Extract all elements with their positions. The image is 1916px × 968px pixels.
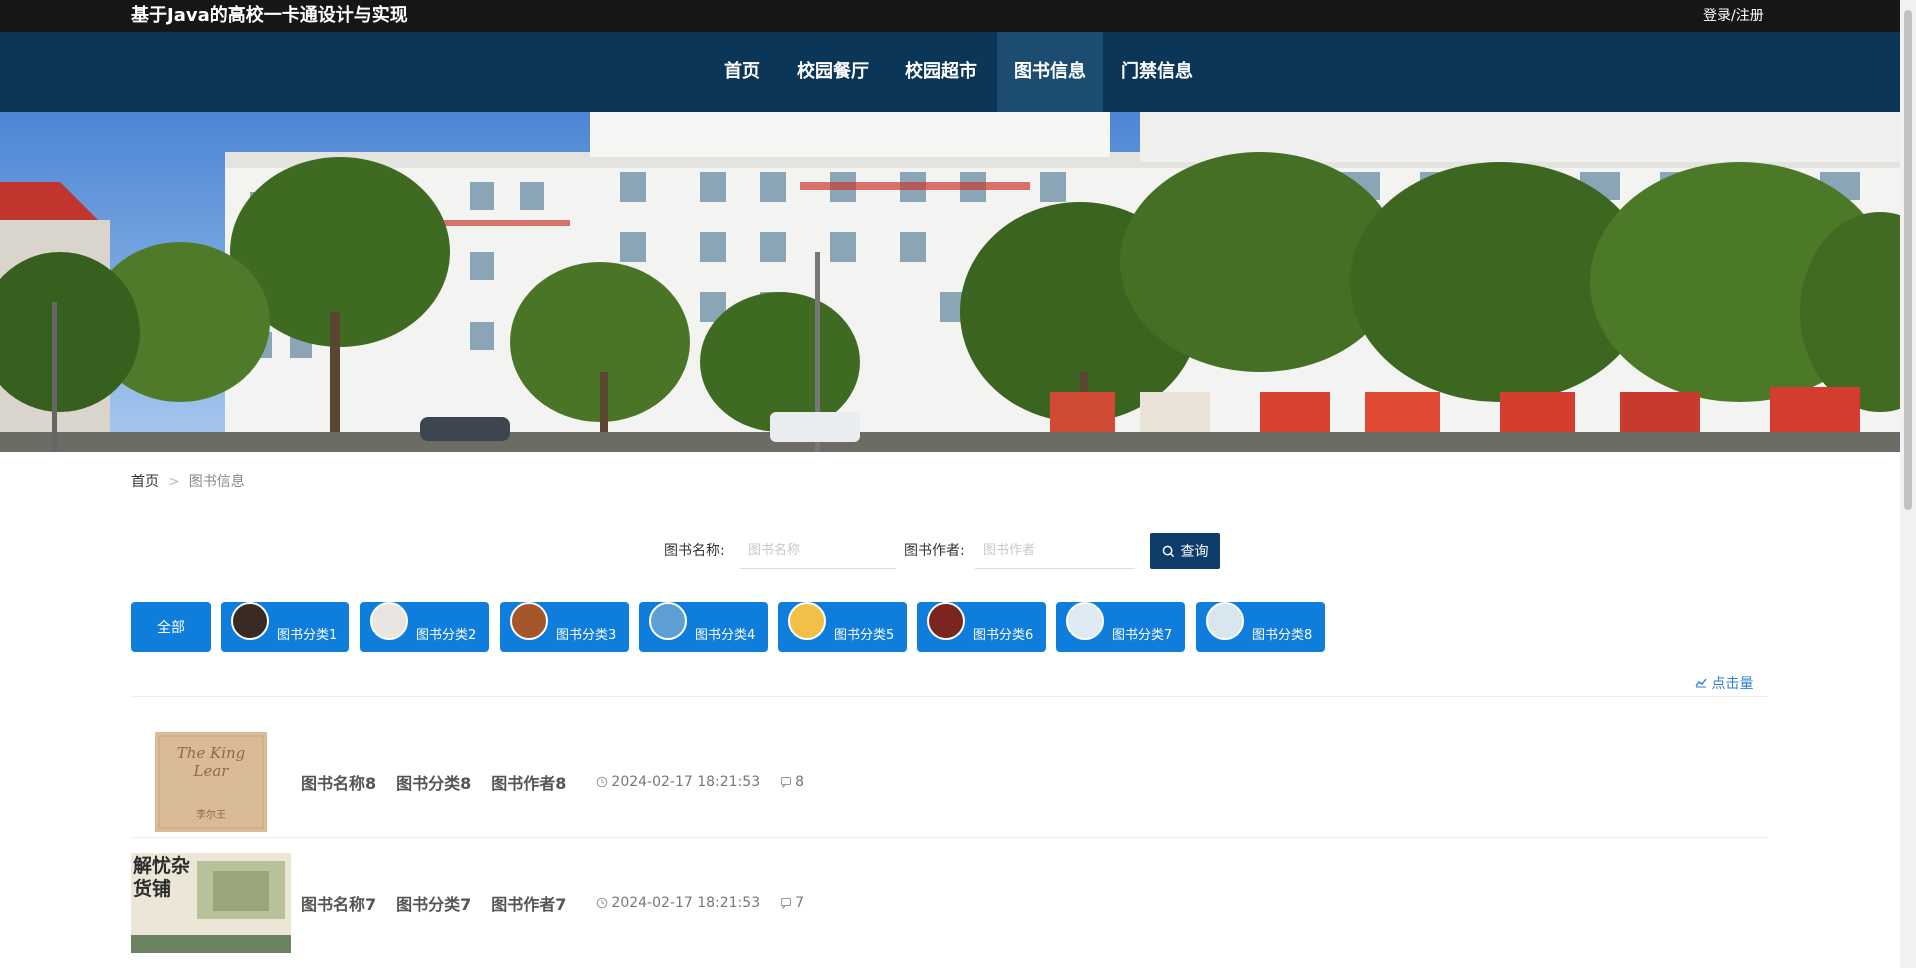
category-thumb xyxy=(370,602,408,640)
comment-icon xyxy=(781,898,792,909)
category-thumb xyxy=(510,602,548,640)
sort-by-clicks-label: 点击量 xyxy=(1711,676,1754,692)
book-count-text: 7 xyxy=(795,895,805,911)
book-date-text: 2024-02-17 18:21:53 xyxy=(611,895,761,911)
category-button-6[interactable]: 图书分类6 xyxy=(917,602,1046,652)
comment-icon xyxy=(781,777,792,788)
book-count-text: 8 xyxy=(795,774,805,790)
nav-item-books[interactable]: 图书信息 xyxy=(997,32,1103,112)
clock-icon xyxy=(597,776,608,788)
category-label: 图书分类4 xyxy=(695,628,756,643)
category-thumb xyxy=(1066,602,1104,640)
category-button-5[interactable]: 图书分类5 xyxy=(778,602,907,652)
category-label: 图书分类6 xyxy=(973,628,1034,643)
book-list-item[interactable]: 解忧杂货铺 图书名称7 图书分类7 图书作者7 2024-02-17 18:21… xyxy=(131,838,1768,968)
book-list-item[interactable]: The King Lear 李尔王 图书名称8 图书分类8 图书作者8 2024… xyxy=(131,697,1768,837)
category-label: 图书分类2 xyxy=(416,628,477,643)
book-author: 图书作者8 xyxy=(491,774,567,793)
page-scrollbar[interactable] xyxy=(1900,0,1916,968)
nav-item-home[interactable]: 首页 xyxy=(713,32,771,112)
category-label: 图书分类7 xyxy=(1112,628,1173,643)
book-cover-image[interactable]: The King Lear 李尔王 xyxy=(155,732,267,832)
book-author: 图书作者7 xyxy=(491,895,567,914)
book-click-count: 7 xyxy=(780,895,804,911)
search-button[interactable]: 查询 xyxy=(1150,533,1220,569)
breadcrumb-current: 图书信息 xyxy=(188,474,245,490)
book-meta: 图书名称7 图书分类7 图书作者7 2024-02-17 18:21:53 7 xyxy=(301,891,804,915)
breadcrumb: 首页 > 图书信息 xyxy=(131,473,245,491)
book-category: 图书分类7 xyxy=(396,895,472,914)
category-all-label: 全部 xyxy=(157,620,185,636)
category-thumb xyxy=(788,602,826,640)
clock-icon xyxy=(597,897,608,909)
sort-by-clicks-link[interactable]: 点击量 xyxy=(1695,675,1753,693)
login-register-link[interactable]: 登录/注册 xyxy=(1703,7,1764,25)
book-author-input[interactable] xyxy=(975,533,1135,569)
book-cover-image[interactable]: 解忧杂货铺 xyxy=(131,853,291,953)
book-click-count: 8 xyxy=(780,774,804,790)
campus-banner-image xyxy=(0,112,1900,452)
category-button-8[interactable]: 图书分类8 xyxy=(1196,602,1325,652)
book-meta: 图书名称8 图书分类8 图书作者8 2024-02-17 18:21:53 8 xyxy=(301,770,804,794)
category-label: 图书分类3 xyxy=(556,628,617,643)
book-date: 2024-02-17 18:21:53 xyxy=(596,895,760,911)
search-icon xyxy=(1162,545,1174,557)
book-date-text: 2024-02-17 18:21:53 xyxy=(611,774,761,790)
main-nav: 首页 校园餐厅 校园超市 图书信息 门禁信息 xyxy=(0,32,1900,112)
category-label: 图书分类1 xyxy=(277,628,338,643)
nav-item-canteen[interactable]: 校园餐厅 xyxy=(789,32,877,112)
category-label: 图书分类5 xyxy=(834,628,895,643)
site-title: 基于Java的高校一卡通设计与实现 xyxy=(131,5,408,26)
book-date: 2024-02-17 18:21:53 xyxy=(596,774,760,790)
search-button-label: 查询 xyxy=(1180,544,1209,560)
book-cover-text: 李尔王 xyxy=(196,810,226,821)
book-author-label: 图书作者: xyxy=(904,543,965,559)
category-button-2[interactable]: 图书分类2 xyxy=(360,602,489,652)
category-thumb xyxy=(231,602,269,640)
book-cover-title: 解忧杂货铺 xyxy=(133,855,191,900)
category-button-4[interactable]: 图书分类4 xyxy=(639,602,768,652)
book-name[interactable]: 图书名称7 xyxy=(301,891,376,915)
category-thumb xyxy=(927,602,965,640)
category-button-3[interactable]: 图书分类3 xyxy=(500,602,629,652)
book-cover-title: The King Lear xyxy=(176,744,246,780)
category-all-button[interactable]: 全部 xyxy=(131,602,211,652)
book-name-input[interactable] xyxy=(740,533,896,569)
category-label: 图书分类8 xyxy=(1252,628,1313,643)
top-bar: 基于Java的高校一卡通设计与实现 登录/注册 xyxy=(0,0,1900,32)
trend-chart-icon xyxy=(1695,678,1707,688)
book-name[interactable]: 图书名称8 xyxy=(301,770,376,794)
scrollbar-thumb[interactable] xyxy=(1904,10,1912,510)
book-category: 图书分类8 xyxy=(396,774,472,793)
category-button-1[interactable]: 图书分类1 xyxy=(221,602,349,652)
category-button-7[interactable]: 图书分类7 xyxy=(1056,602,1185,652)
category-thumb xyxy=(1206,602,1244,640)
nav-item-supermarket[interactable]: 校园超市 xyxy=(897,32,985,112)
nav-item-access[interactable]: 门禁信息 xyxy=(1113,32,1201,112)
breadcrumb-home[interactable]: 首页 xyxy=(131,474,159,490)
breadcrumb-separator: > xyxy=(168,474,180,490)
category-thumb xyxy=(649,602,687,640)
book-name-label: 图书名称: xyxy=(664,543,725,559)
